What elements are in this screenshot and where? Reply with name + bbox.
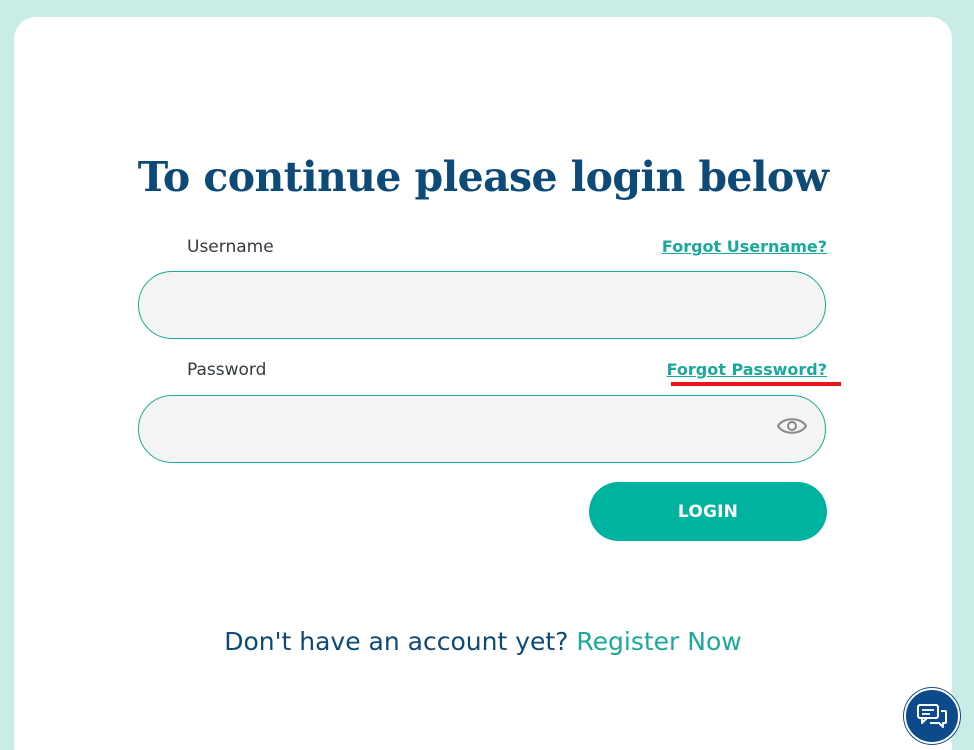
register-prompt: Don't have an account yet? Register Now <box>14 627 952 656</box>
register-prompt-text: Don't have an account yet? <box>224 627 569 656</box>
chat-button[interactable] <box>904 688 960 744</box>
forgot-password-highlight <box>671 382 841 386</box>
forgot-username-link[interactable]: Forgot Username? <box>662 237 827 256</box>
username-input[interactable] <box>138 271 826 339</box>
login-button[interactable]: LOGIN <box>589 482 827 541</box>
forgot-password-link[interactable]: Forgot Password? <box>667 360 827 379</box>
login-card: To continue please login below Username … <box>14 17 952 750</box>
eye-icon[interactable] <box>776 414 808 438</box>
password-input[interactable] <box>138 395 826 463</box>
page-title: To continue please login below <box>137 153 829 201</box>
register-now-link[interactable]: Register Now <box>576 627 741 656</box>
password-label: Password <box>187 360 267 380</box>
chat-bubbles-icon <box>917 704 947 728</box>
username-label: Username <box>187 237 274 257</box>
